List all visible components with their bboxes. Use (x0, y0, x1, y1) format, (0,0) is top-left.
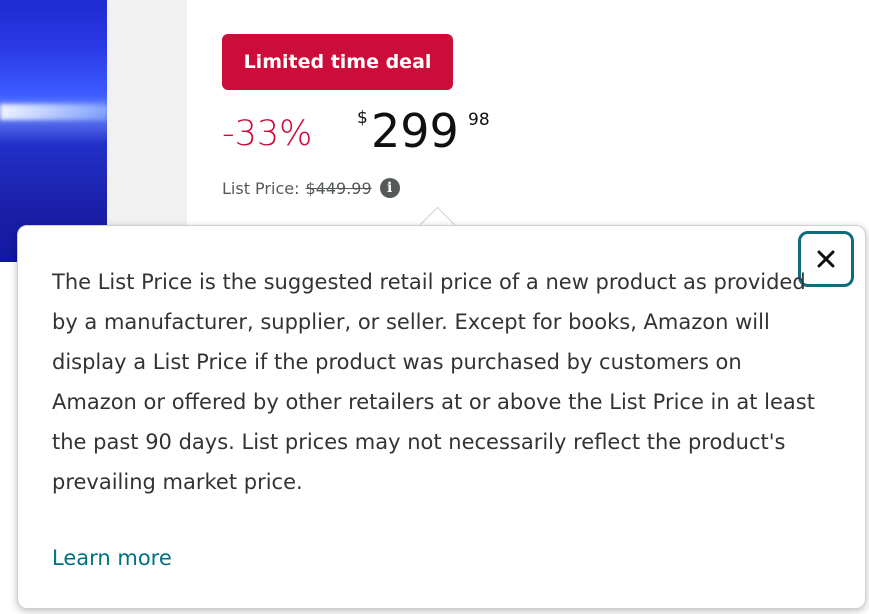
learn-more-link[interactable]: Learn more (52, 538, 172, 578)
list-price-label: List Price: (222, 178, 300, 198)
limited-time-deal-badge: Limited time deal (222, 34, 453, 90)
price-fraction: 98 (468, 110, 490, 130)
list-price-popover: The List Price is the suggested retail p… (17, 225, 866, 609)
price-currency: $ (357, 108, 368, 128)
list-price-row: List Price: $449.99 i (222, 178, 400, 198)
info-icon[interactable]: i (379, 178, 400, 198)
list-price-value: $449.99 (305, 178, 372, 198)
popover-description: The List Price is the suggested retail p… (52, 270, 815, 494)
image-gallery-background (107, 0, 187, 262)
product-image[interactable] (0, 0, 107, 262)
discount-percent: -33% (222, 114, 313, 154)
price-whole: 299 (371, 104, 459, 158)
